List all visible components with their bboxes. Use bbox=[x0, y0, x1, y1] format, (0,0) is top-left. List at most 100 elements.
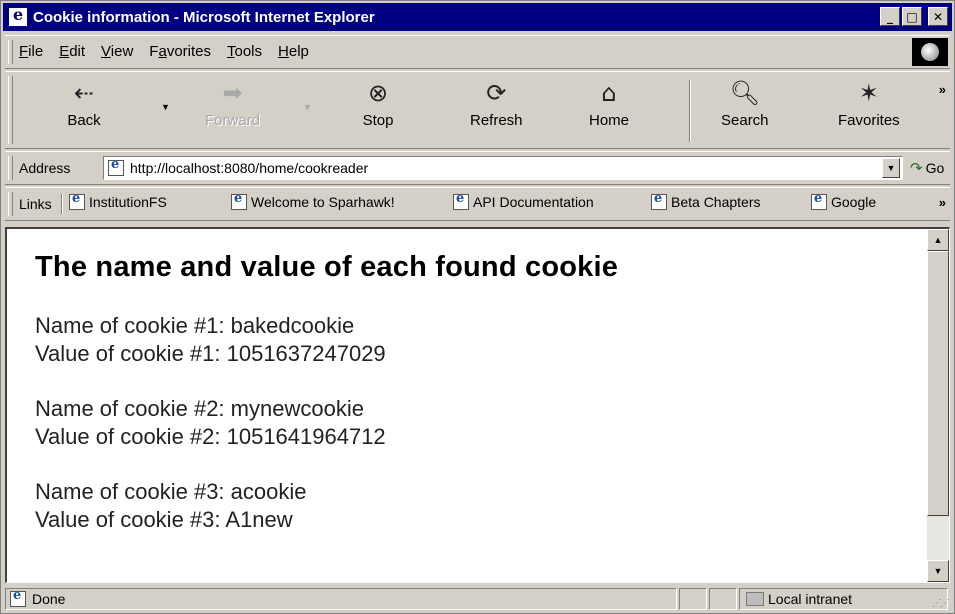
cookie-value-line: Value of cookie #1: 1051637247029 bbox=[35, 341, 386, 366]
go-arrow-icon: ↷ bbox=[910, 159, 923, 177]
link-label: Google bbox=[831, 194, 877, 210]
page-heading: The name and value of each found cookie bbox=[35, 251, 619, 283]
link-welcome-to-sparhawk[interactable]: Welcome to Sparhawk! bbox=[231, 191, 395, 210]
menu-bar-grip[interactable] bbox=[8, 40, 13, 64]
page-icon bbox=[108, 157, 124, 176]
menu-view[interactable]: View bbox=[101, 43, 133, 60]
local-intranet-icon bbox=[746, 592, 764, 606]
page-icon bbox=[811, 191, 827, 210]
title-bar[interactable]: Cookie information - Microsoft Internet … bbox=[3, 3, 952, 31]
link-label: API Documentation bbox=[473, 194, 594, 210]
search-icon: 🔍︎ bbox=[729, 79, 760, 107]
refresh-button[interactable]: ⟳ Refresh bbox=[470, 78, 523, 144]
address-bar: Address http://localhost:8080/home/cookr… bbox=[5, 151, 950, 185]
window-controls: _ □ ✕ bbox=[880, 7, 948, 26]
vertical-scrollbar[interactable]: ▲ ▼ bbox=[927, 229, 949, 582]
back-arrow-icon: ⇠ bbox=[73, 79, 95, 107]
forward-arrow-icon: ➡ bbox=[222, 79, 243, 107]
resize-grip[interactable]: ⋰⋰ bbox=[932, 598, 950, 609]
menu-edit[interactable]: Edit bbox=[59, 43, 85, 60]
address-url[interactable]: http://localhost:8080/home/cookreader bbox=[130, 160, 368, 176]
page-icon bbox=[10, 588, 26, 607]
forward-dropdown-arrow[interactable]: ▼ bbox=[303, 102, 312, 112]
menu-help[interactable]: Help bbox=[278, 43, 309, 60]
link-label: Beta Chapters bbox=[671, 194, 761, 210]
page-content: The name and value of each found cookie … bbox=[5, 227, 950, 583]
menu-tools[interactable]: Tools bbox=[227, 43, 262, 60]
windows-logo-throbber bbox=[912, 38, 948, 66]
link-institutionfs[interactable]: InstitutionFS bbox=[69, 191, 167, 210]
stop-icon: ⊗ bbox=[367, 79, 389, 107]
search-button[interactable]: 🔍︎ Search bbox=[721, 78, 769, 144]
status-text: Done bbox=[32, 591, 66, 607]
forward-button[interactable]: ➡ Forward bbox=[205, 78, 260, 144]
toolbar-grip[interactable] bbox=[8, 76, 13, 144]
page-icon bbox=[231, 191, 247, 210]
zone-panel[interactable]: Local intranet bbox=[739, 588, 948, 610]
link-label: InstitutionFS bbox=[89, 194, 167, 210]
refresh-label: Refresh bbox=[470, 112, 523, 129]
stop-button[interactable]: ⊗ Stop bbox=[361, 78, 395, 144]
address-input[interactable]: http://localhost:8080/home/cookreader ▼ bbox=[103, 156, 903, 180]
link-label: Welcome to Sparhawk! bbox=[251, 194, 395, 210]
window-title: Cookie information - Microsoft Internet … bbox=[33, 8, 375, 26]
go-label: Go bbox=[925, 160, 945, 176]
menu-file[interactable]: File bbox=[19, 43, 43, 60]
back-dropdown-arrow[interactable]: ▼ bbox=[161, 102, 170, 112]
status-panel-empty bbox=[709, 588, 737, 610]
home-icon: ⌂ bbox=[601, 79, 617, 107]
minimize-button[interactable]: _ bbox=[880, 7, 900, 26]
status-text-panel: Done bbox=[5, 588, 677, 610]
search-label: Search bbox=[721, 112, 769, 129]
links-bar-grip[interactable] bbox=[8, 192, 13, 216]
cookie-entry: Name of cookie #2: mynewcookie Value of … bbox=[35, 395, 618, 451]
toolbar-overflow-chevron[interactable]: » bbox=[939, 82, 946, 97]
address-bar-grip[interactable] bbox=[8, 156, 13, 180]
refresh-icon: ⟳ bbox=[486, 79, 507, 107]
menu-favorites[interactable]: Favorites bbox=[149, 43, 211, 60]
forward-label: Forward bbox=[205, 112, 261, 129]
close-button[interactable]: ✕ bbox=[928, 7, 948, 26]
cookie-name-line: Name of cookie #3: acookie bbox=[35, 479, 307, 504]
cookie-value-line: Value of cookie #2: 1051641964712 bbox=[35, 424, 386, 449]
scroll-down-button[interactable]: ▼ bbox=[927, 560, 949, 582]
link-api-documentation[interactable]: API Documentation bbox=[453, 191, 594, 210]
stop-label: Stop bbox=[362, 112, 394, 129]
links-overflow-chevron[interactable]: » bbox=[939, 195, 946, 210]
link-beta-chapters[interactable]: Beta Chapters bbox=[651, 191, 761, 210]
links-bar: Links InstitutionFS Welcome to Sparhawk!… bbox=[5, 187, 950, 221]
cookie-value-line: Value of cookie #3: A1new bbox=[35, 507, 293, 532]
go-button[interactable]: ↷ Go bbox=[910, 159, 944, 177]
status-panel-empty bbox=[679, 588, 707, 610]
address-label: Address bbox=[19, 160, 71, 176]
standard-toolbar: ⇠ Back ▼ ➡ Forward ▼ ⊗ Stop ⟳ Refresh ⌂ … bbox=[5, 71, 950, 149]
scroll-up-button[interactable]: ▲ bbox=[927, 229, 949, 251]
back-label: Back bbox=[67, 112, 101, 129]
ie-logo-icon[interactable] bbox=[9, 5, 27, 26]
cookie-name-line: Name of cookie #1: bakedcookie bbox=[35, 313, 355, 338]
document-body: The name and value of each found cookie … bbox=[35, 251, 618, 561]
page-icon bbox=[69, 191, 85, 210]
page-icon bbox=[453, 191, 469, 210]
address-dropdown-button[interactable]: ▼ bbox=[882, 158, 900, 178]
scroll-thumb[interactable] bbox=[927, 251, 949, 516]
favorites-icon: ✶ bbox=[858, 79, 879, 107]
throbber-icon bbox=[921, 43, 939, 61]
toolbar-separator bbox=[689, 80, 691, 142]
home-button[interactable]: ⌂ Home bbox=[589, 78, 629, 144]
page-icon bbox=[651, 191, 667, 210]
cookie-entry: Name of cookie #1: bakedcookie Value of … bbox=[35, 312, 618, 368]
links-label: Links bbox=[19, 196, 52, 212]
links-separator bbox=[61, 194, 63, 214]
maximize-button[interactable]: □ bbox=[902, 7, 922, 26]
favorites-button[interactable]: ✶ Favorites bbox=[838, 78, 900, 144]
link-google[interactable]: Google bbox=[811, 191, 877, 210]
browser-window: Cookie information - Microsoft Internet … bbox=[0, 0, 955, 614]
cookie-entry: Name of cookie #3: acookie Value of cook… bbox=[35, 478, 618, 534]
menu-bar: File Edit View Favorites Tools Help bbox=[5, 35, 950, 69]
cookie-name-line: Name of cookie #2: mynewcookie bbox=[35, 396, 364, 421]
home-label: Home bbox=[589, 112, 630, 129]
zone-text: Local intranet bbox=[768, 591, 853, 607]
back-button[interactable]: ⇠ Back bbox=[67, 78, 101, 144]
favorites-label: Favorites bbox=[838, 112, 900, 129]
